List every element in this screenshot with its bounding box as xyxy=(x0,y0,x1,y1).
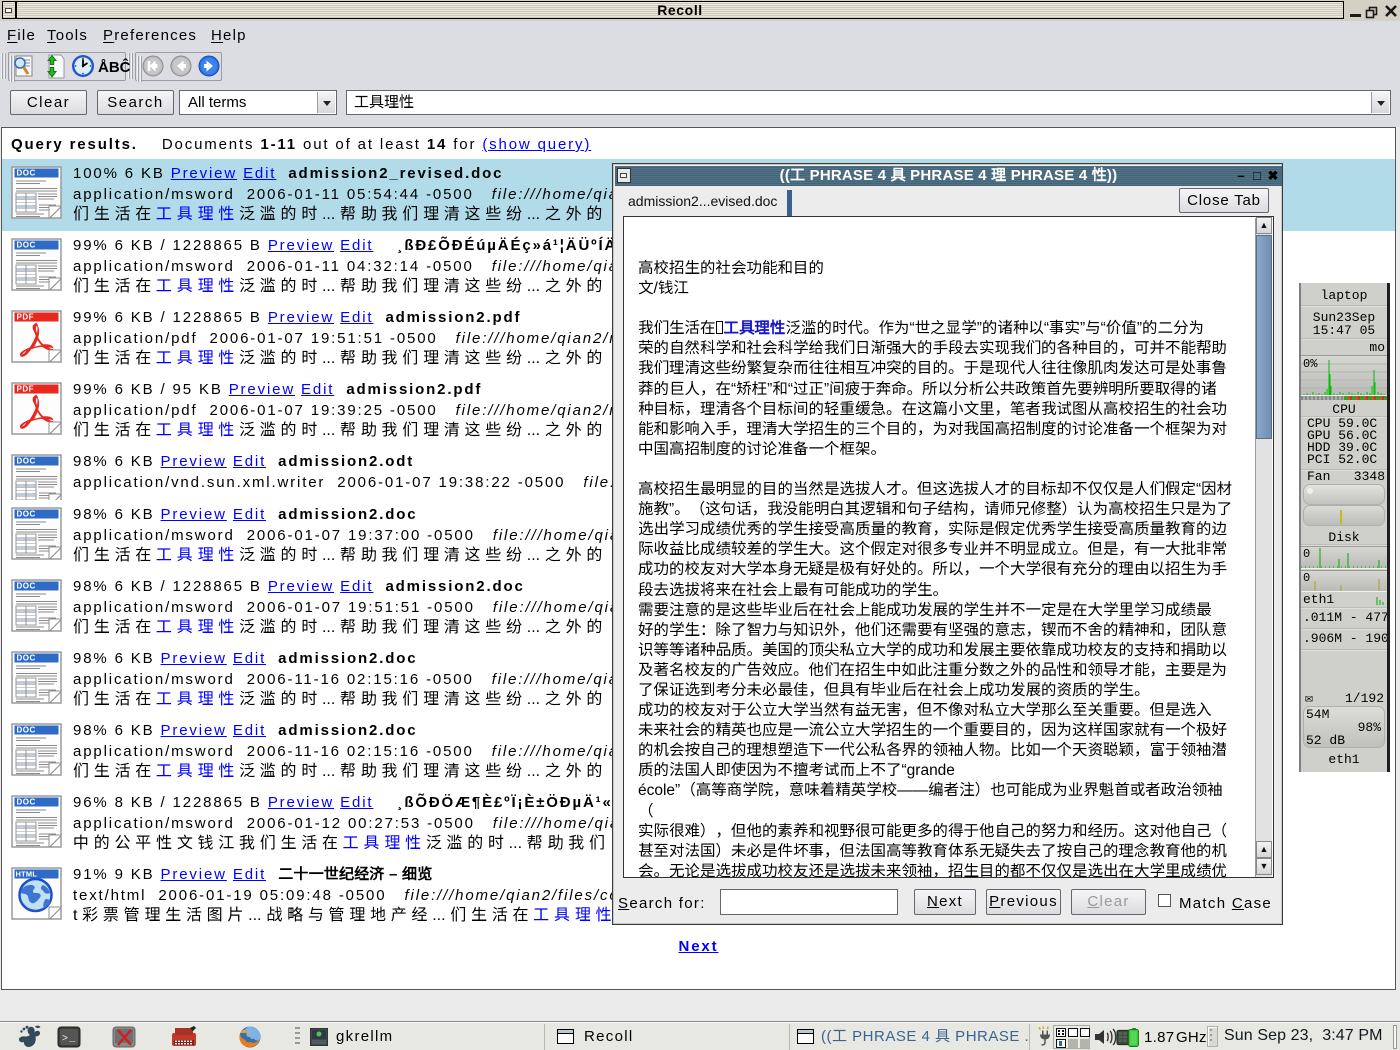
svg-text:0: 0 xyxy=(1303,547,1310,561)
svg-text:DOC: DOC xyxy=(17,241,36,250)
svg-text:DOC: DOC xyxy=(17,582,36,591)
svg-text:DOC: DOC xyxy=(17,169,36,178)
svg-text:DOC: DOC xyxy=(17,726,36,735)
svg-text:DOC: DOC xyxy=(17,654,36,663)
svg-text:0%: 0% xyxy=(1303,357,1318,371)
svg-text:PDF: PDF xyxy=(17,385,35,394)
svg-text:DOC: DOC xyxy=(17,510,36,519)
svg-text:0: 0 xyxy=(1303,571,1310,585)
svg-text:DOC: DOC xyxy=(17,457,36,466)
svg-text:>_: >_ xyxy=(62,1034,77,1045)
svg-text:DOC: DOC xyxy=(17,798,36,807)
svg-text:PDF: PDF xyxy=(17,313,35,322)
svg-text:HTML: HTML xyxy=(16,870,38,879)
